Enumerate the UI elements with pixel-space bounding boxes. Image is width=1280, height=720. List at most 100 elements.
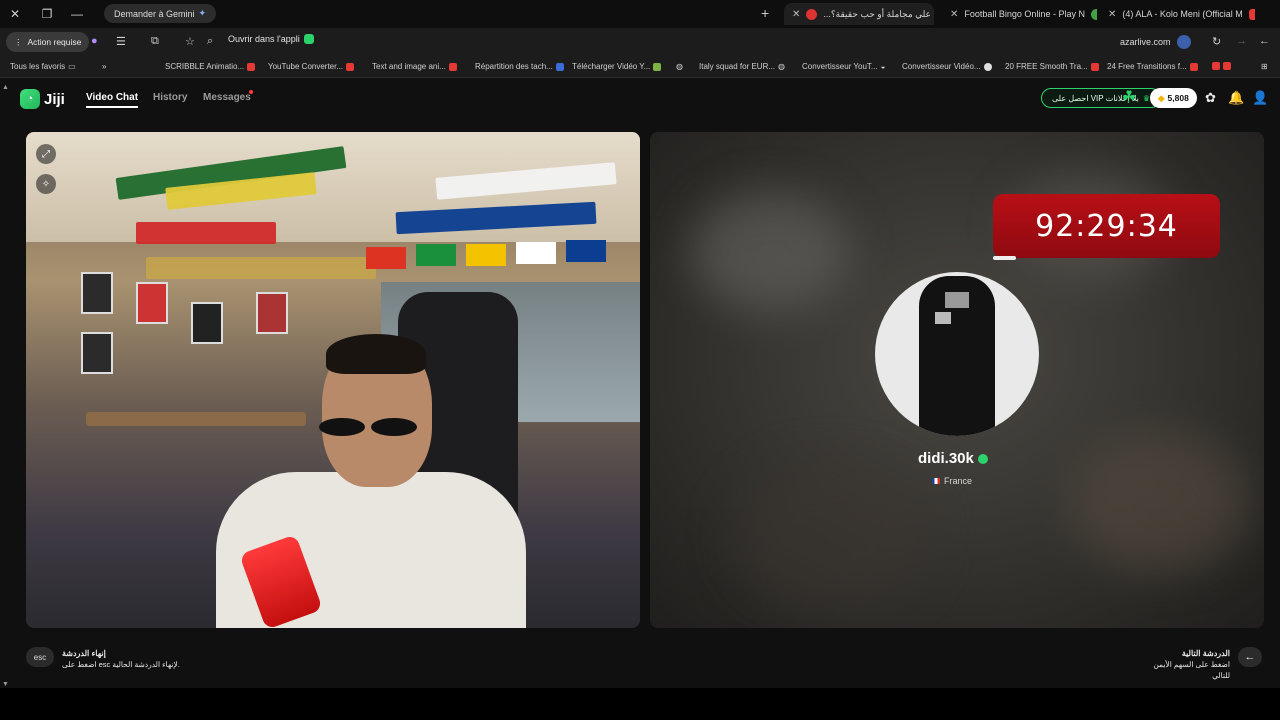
notifications-icon[interactable]: 🔔 bbox=[1228, 90, 1244, 106]
flag bbox=[416, 244, 456, 266]
scroll-down-icon[interactable]: ▼ bbox=[2, 681, 9, 688]
jersey-frame bbox=[191, 302, 223, 344]
vip-button[interactable]: احصل على VIP بلا إعلانات ♛ bbox=[1041, 88, 1162, 108]
search-icon[interactable]: ⌕ bbox=[207, 35, 213, 48]
youtube-icon bbox=[1223, 62, 1231, 70]
browser-tab-strip: ✕ — ❐ Demander à Gemini ✦ + ✕ ...هل يجب … bbox=[0, 0, 1280, 28]
clover-icon[interactable]: ☘ bbox=[1119, 89, 1139, 107]
bookmark-item[interactable] bbox=[1212, 62, 1231, 70]
bookmark-label: 20 FREE Smooth Tra... bbox=[1005, 62, 1088, 71]
bookmark-label: Répartition des tach... bbox=[475, 62, 553, 71]
youtube-icon bbox=[247, 62, 256, 71]
url-text: azarlive.com bbox=[1120, 37, 1171, 47]
country-text: France bbox=[944, 476, 973, 486]
close-tab-icon[interactable]: ✕ bbox=[792, 9, 800, 20]
bookmark-item[interactable]: 24 Free Transitions f... bbox=[1107, 62, 1198, 71]
record-icon bbox=[806, 8, 818, 20]
expand-icon[interactable]: ⤢ bbox=[36, 144, 56, 164]
bookmark-item[interactable]: SCRIBBLE Animatio... bbox=[165, 62, 256, 71]
flag bbox=[466, 244, 506, 266]
bookmark-item[interactable]: Italy squad for EUR... ◍ bbox=[699, 62, 785, 71]
address-bar[interactable]: azarlive.com bbox=[1120, 32, 1191, 52]
open-in-app-button[interactable]: Ouvrir dans l'appli bbox=[228, 34, 314, 44]
tab-kolo-meni[interactable]: ✕ (4) ALA - Kolo Meni (Official M bbox=[1100, 3, 1255, 25]
restore-window-icon[interactable]: ❐ bbox=[32, 0, 62, 28]
settings-icon[interactable]: ✿ bbox=[1205, 90, 1216, 106]
bookmark-label: YouTube Converter... bbox=[268, 62, 344, 71]
tab-active[interactable]: ✕ ...هل يجب علي مجاملة أو حب حقيقة؟ bbox=[784, 3, 934, 25]
bookmark-item[interactable]: Convertisseur Vidéo... bbox=[902, 62, 992, 71]
tab-label: (4) ALA - Kolo Meni (Official M bbox=[1122, 9, 1243, 19]
reload-icon[interactable]: ↻ bbox=[1212, 35, 1221, 48]
timer-progress-bar bbox=[993, 256, 1016, 260]
close-tab-icon[interactable]: ✕ bbox=[950, 9, 958, 20]
folder-icon: ▭ bbox=[68, 62, 76, 71]
forward-icon[interactable]: → bbox=[1236, 35, 1247, 47]
apps-grid-icon[interactable]: ⊞ bbox=[1261, 62, 1268, 71]
esc-button[interactable]: esc bbox=[26, 647, 54, 667]
partner-username: didi.30k bbox=[918, 450, 988, 467]
user-icon[interactable]: 👤 bbox=[1252, 90, 1268, 106]
ask-gemini-button[interactable]: Demander à Gemini ✦ bbox=[104, 4, 217, 23]
logo-text: Jiji bbox=[44, 90, 65, 108]
open-in-app-label: Ouvrir dans l'appli bbox=[228, 34, 300, 44]
page-scrollbar[interactable]: ▲ ▼ bbox=[0, 84, 10, 688]
next-chat-button[interactable]: ← bbox=[1238, 647, 1262, 667]
flag bbox=[366, 247, 406, 269]
globe-icon: ◍ bbox=[778, 62, 786, 71]
tab-favicon bbox=[1090, 8, 1097, 20]
flag bbox=[516, 242, 556, 264]
youtube-icon bbox=[1189, 62, 1198, 71]
bookmark-star-icon[interactable]: ☆ bbox=[185, 35, 195, 48]
extensions-icon[interactable]: ⧉ bbox=[151, 35, 159, 48]
france-flag-icon bbox=[932, 478, 940, 484]
more-bookmarks-icon[interactable]: » bbox=[102, 62, 106, 71]
more-icon: ⋮ bbox=[14, 36, 23, 47]
bookmark-label: SCRIBBLE Animatio... bbox=[165, 62, 245, 71]
bookmark-item[interactable]: Télécharger Vidéo Y... bbox=[572, 62, 662, 71]
tab-history[interactable]: History bbox=[153, 92, 187, 103]
bookmark-label: 24 Free Transitions f... bbox=[1107, 62, 1187, 71]
minimize-window-icon[interactable]: — bbox=[62, 0, 92, 28]
bookmark-item[interactable]: Text and image ani... bbox=[372, 62, 457, 71]
bookmark-item[interactable]: YouTube Converter... bbox=[268, 62, 355, 71]
bookmark-label: Tous les favoris bbox=[10, 62, 66, 71]
username-text: didi.30k bbox=[918, 450, 974, 467]
bookmark-item[interactable]: Répartition des tach... bbox=[475, 62, 564, 71]
call-timer: 92:29:34 bbox=[993, 194, 1220, 260]
tab-messages[interactable]: Messages bbox=[203, 92, 251, 103]
new-tab-icon[interactable]: + bbox=[761, 5, 769, 21]
verified-icon bbox=[977, 453, 988, 464]
magic-wand-icon[interactable]: ✧ bbox=[36, 174, 56, 194]
action-required-button[interactable]: ⋮ Action requise bbox=[6, 32, 90, 52]
bookmark-item[interactable]: Convertisseur YouT... ◒ bbox=[802, 62, 885, 71]
sheet-icon bbox=[555, 62, 564, 71]
bookmark-all-favorites[interactable]: Tous les favoris ▭ bbox=[10, 62, 76, 71]
timer-text: 92:29:34 bbox=[1035, 208, 1178, 244]
tab-video-chat[interactable]: Video Chat bbox=[86, 92, 139, 108]
ask-gemini-label: Demander à Gemini bbox=[114, 8, 195, 19]
pixelated-face bbox=[935, 312, 951, 324]
filter-icon[interactable]: ☰ bbox=[116, 35, 126, 48]
app-logo[interactable]: ◔ Jiji bbox=[20, 88, 65, 110]
partner-country: France bbox=[932, 476, 972, 486]
back-icon[interactable]: ← bbox=[1259, 35, 1270, 47]
tab-label: ...هل يجب علي مجاملة أو حب حقيقة؟ bbox=[823, 8, 934, 19]
bookmark-label: Convertisseur Vidéo... bbox=[902, 62, 981, 71]
coins-badge[interactable]: ◆ 5,808 bbox=[1150, 88, 1197, 108]
tab-label: Football Bingo Online - Play N bbox=[964, 9, 1085, 19]
pennant-banner bbox=[146, 257, 376, 279]
app-icon bbox=[303, 34, 314, 44]
globe-icon: ◍ bbox=[676, 62, 683, 71]
close-window-icon[interactable]: ✕ bbox=[0, 0, 30, 28]
bookmark-item[interactable]: 20 FREE Smooth Tra... bbox=[1005, 62, 1099, 71]
profile-icon[interactable]: ● bbox=[91, 35, 98, 47]
bookmark-item[interactable]: ◍ bbox=[676, 62, 683, 71]
bookmark-label: Text and image ani... bbox=[372, 62, 446, 71]
site-info-icon[interactable] bbox=[1176, 35, 1191, 49]
close-tab-icon[interactable]: ✕ bbox=[1108, 9, 1116, 20]
bookmark-label: Convertisseur YouT... bbox=[802, 62, 878, 71]
scroll-up-icon[interactable]: ▲ bbox=[2, 84, 9, 91]
tab-football-bingo[interactable]: ✕ Football Bingo Online - Play N bbox=[942, 3, 1097, 25]
sunglasses bbox=[309, 418, 419, 436]
